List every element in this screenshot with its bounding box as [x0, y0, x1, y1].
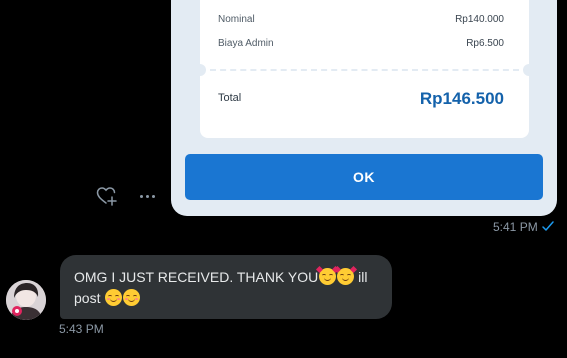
check-icon — [541, 219, 555, 233]
more-icon[interactable] — [136, 186, 158, 206]
receipt-row-nominal: Nominal Rp140.000 — [218, 14, 504, 25]
receipt-total-label: Total — [218, 92, 242, 104]
incoming-message-bubble[interactable]: OMG I JUST RECEIVED. THANK YOU ill post — [60, 255, 392, 319]
smiling-face-with-hearts-icon — [315, 265, 339, 285]
sent-timestamp: 5:41 PM — [493, 220, 538, 234]
receipt-row-admin-fee: Biaya Admin Rp6.500 — [218, 38, 504, 49]
receipt-row-value: Rp6.500 — [466, 38, 504, 49]
receipt-total-value: Rp146.500 — [419, 89, 504, 108]
receipt-row-label: Biaya Admin — [218, 38, 274, 49]
heart-plus-icon[interactable] — [96, 186, 118, 206]
smiling-face-with-hearts-icon — [333, 265, 357, 285]
receipt-notch-right — [523, 64, 535, 76]
received-timestamp: 5:43 PM — [59, 322, 104, 336]
receipt-notch-left — [194, 64, 206, 76]
receipt-row-value: Rp140.000 — [455, 14, 504, 25]
receipt-row-label: Nominal — [218, 14, 255, 25]
avatar[interactable] — [6, 280, 46, 320]
dm-conversation: { "sent_message": { "receipt": { "rows":… — [0, 0, 567, 358]
message-text: OMG I JUST RECEIVED. THANK YOU — [74, 269, 319, 285]
receipt-card: Nominal Rp140.000 Biaya Admin Rp6.500 To… — [194, 0, 535, 142]
smiling-face-icon — [122, 289, 140, 306]
receipt-ok-button: OK — [185, 154, 543, 200]
receipt-scalloped-edge — [200, 134, 529, 142]
receipt-divider — [210, 69, 519, 71]
sent-image-receipt[interactable]: Nominal Rp140.000 Biaya Admin Rp6.500 To… — [171, 0, 557, 216]
smiling-face-icon — [104, 289, 122, 306]
